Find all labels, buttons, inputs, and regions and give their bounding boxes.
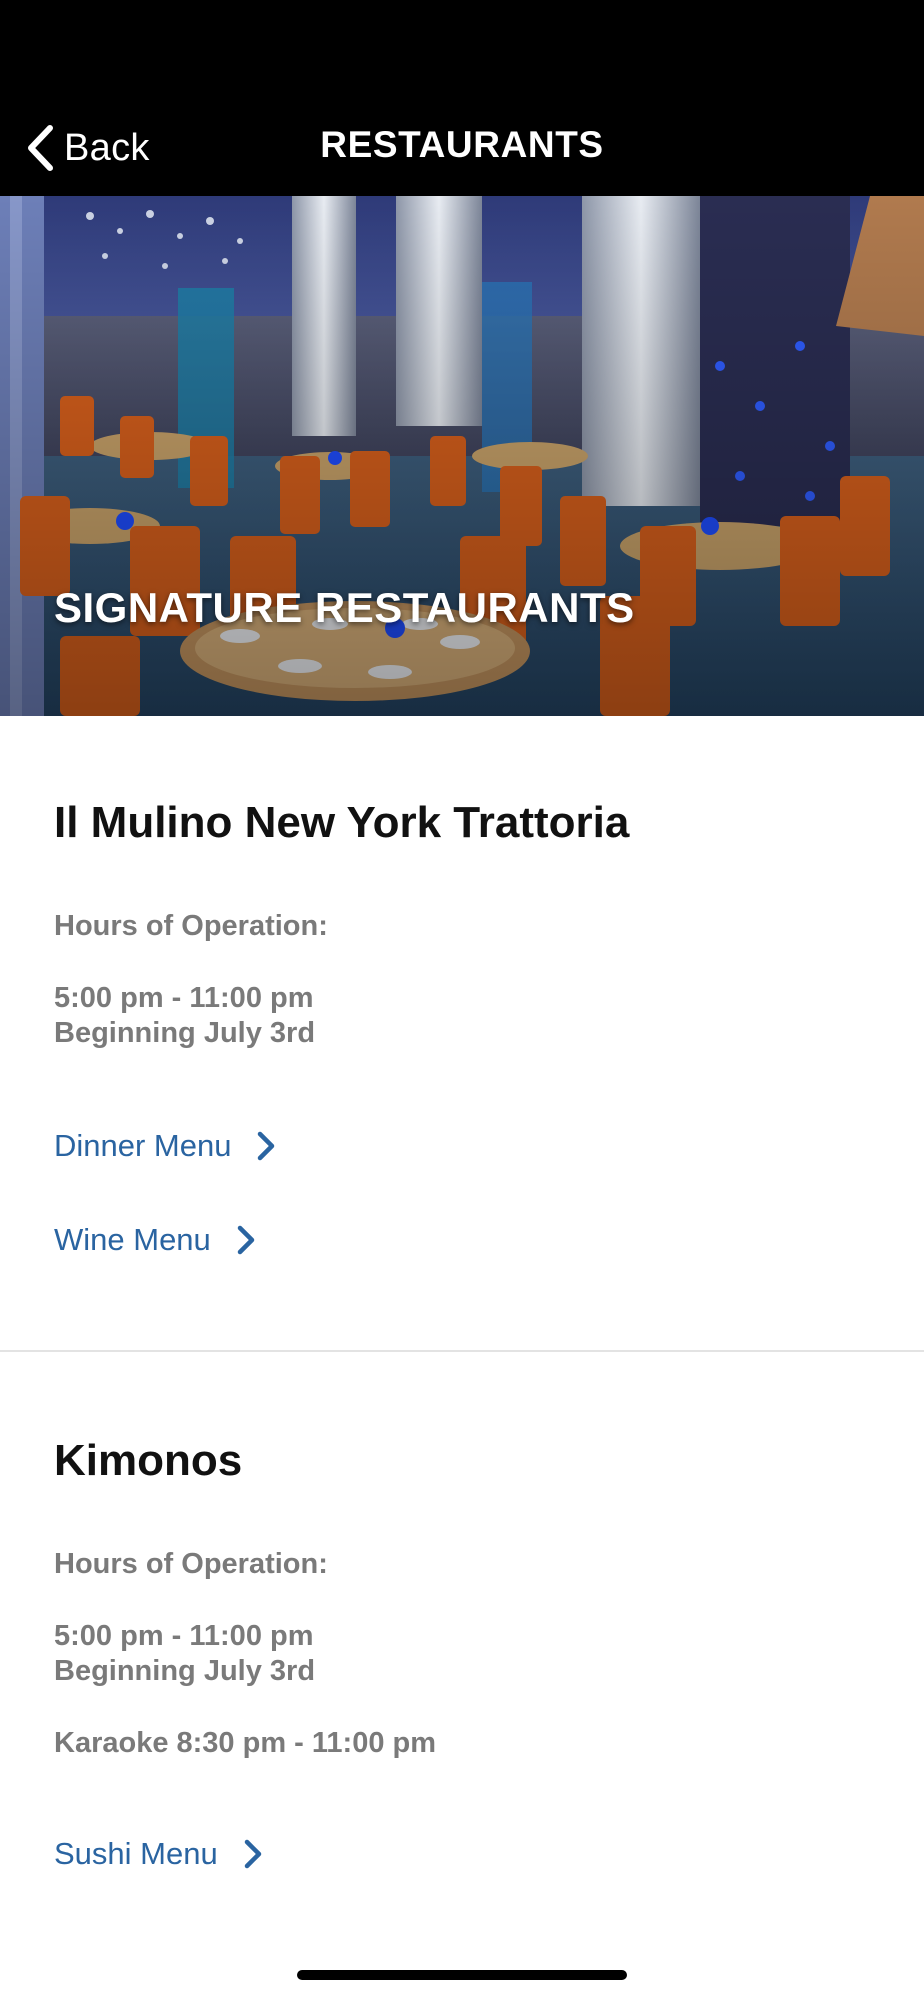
wine-menu-label: Wine Menu <box>54 1222 211 1257</box>
restaurant-name: Kimonos <box>54 1436 243 1485</box>
page-title: RESTAURANTS <box>320 124 604 165</box>
hero-title: SIGNATURE RESTAURANTS <box>54 584 635 631</box>
start-date-text: Beginning July 3rd <box>54 1017 316 1049</box>
chevron-right-icon <box>211 1225 255 1255</box>
dinner-menu-link[interactable]: Dinner Menu <box>54 1128 275 1164</box>
hours-heading: Hours of Operation: <box>54 910 328 942</box>
home-indicator[interactable] <box>297 1970 627 1980</box>
restaurant-interior-image <box>0 196 924 716</box>
karaoke-hours-text: Karaoke 8:30 pm - 11:00 pm <box>54 1727 437 1759</box>
hero-banner: SIGNATURE RESTAURANTS <box>0 196 924 716</box>
sushi-menu-label: Sushi Menu <box>54 1836 218 1871</box>
restaurant-card-kimonos: Kimonos Hours of Operation: 5:00 pm - 11… <box>0 1354 924 1934</box>
restaurant-card-il-mulino: Il Mulino New York Trattoria Hours of Op… <box>0 716 924 1352</box>
dinner-menu-label: Dinner Menu <box>54 1128 232 1163</box>
sushi-menu-link[interactable]: Sushi Menu <box>54 1836 262 1872</box>
start-date-text: Beginning July 3rd <box>54 1655 316 1687</box>
hours-heading: Hours of Operation: <box>54 1548 328 1580</box>
chevron-right-icon <box>231 1131 275 1161</box>
navigation-bar: Back RESTAURANTS <box>0 0 924 196</box>
restaurant-name: Il Mulino New York Trattoria <box>54 798 630 847</box>
wine-menu-link[interactable]: Wine Menu <box>54 1222 255 1258</box>
hours-text: 5:00 pm - 11:00 pm <box>54 1620 314 1652</box>
chevron-right-icon <box>218 1839 262 1869</box>
hours-text: 5:00 pm - 11:00 pm <box>54 982 314 1014</box>
